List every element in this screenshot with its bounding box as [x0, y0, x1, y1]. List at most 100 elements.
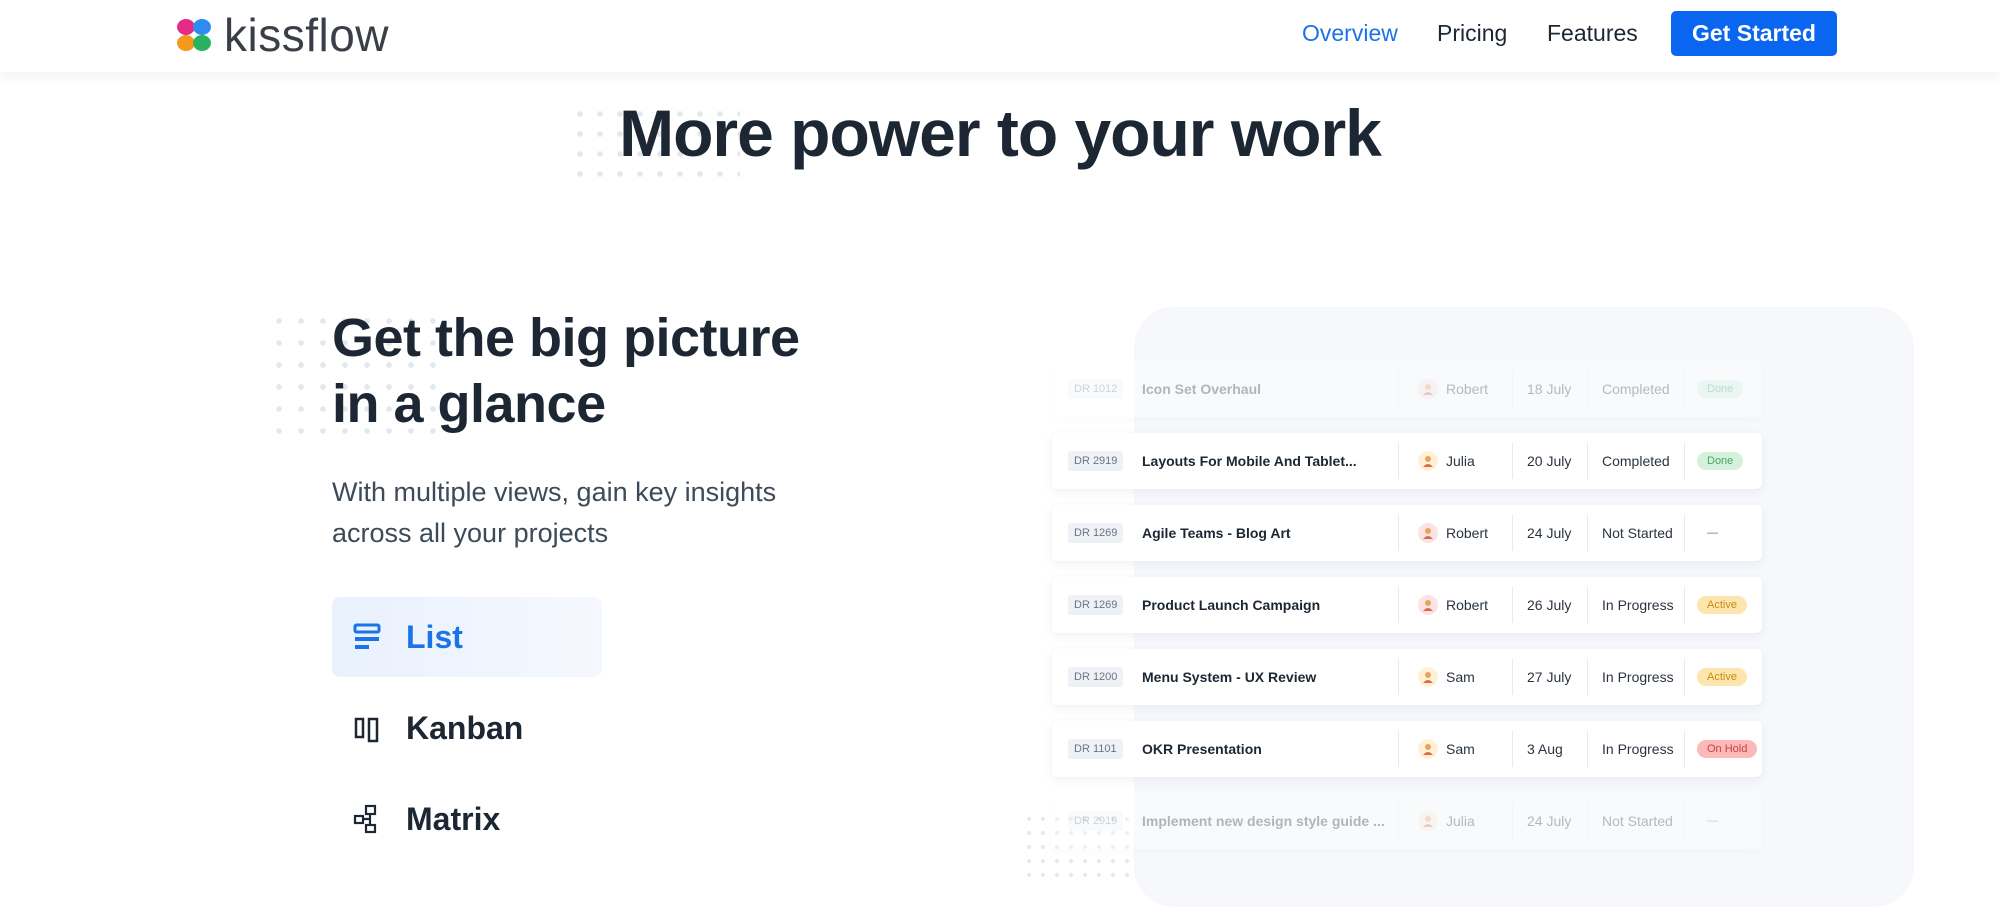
status-badge: — — [1707, 527, 1718, 539]
task-badge-cell: Done — [1697, 433, 1744, 489]
avatar — [1418, 739, 1438, 759]
task-owner-cell: Robert — [1418, 361, 1488, 417]
task-owner-cell: Robert — [1418, 505, 1488, 561]
feature-title-line2: in a glance — [332, 374, 606, 434]
column-divider — [1684, 371, 1685, 407]
task-status: Completed — [1602, 381, 1670, 397]
task-date: 27 July — [1527, 669, 1572, 685]
task-badge-cell: On Hold — [1697, 721, 1758, 777]
task-badge-cell: Active — [1697, 577, 1747, 633]
nav-overview[interactable]: Overview — [1302, 0, 1398, 66]
task-owner: Sam — [1446, 741, 1475, 757]
task-owner-cell: Sam — [1418, 649, 1475, 705]
kanban-icon — [352, 713, 382, 743]
task-status: Not Started — [1602, 525, 1673, 541]
task-owner-cell: Robert — [1418, 577, 1488, 633]
task-badge-cell: Active — [1697, 649, 1747, 705]
nav-overview-link[interactable]: Overview — [1302, 20, 1398, 47]
task-owner-cell: Julia — [1418, 433, 1475, 489]
column-divider — [1512, 659, 1513, 695]
status-badge: — — [1707, 815, 1718, 827]
table-row[interactable]: DR 1012 Icon Set Overhaul Robert 18 July Com… — [1052, 361, 1762, 417]
column-divider — [1587, 443, 1588, 479]
status-badge: Done — [1697, 380, 1744, 398]
column-divider — [1398, 515, 1399, 551]
get-started-button[interactable]: Get Started — [1671, 11, 1837, 56]
task-id: DR 2919 — [1068, 451, 1124, 471]
task-badge-cell: — — [1697, 793, 1728, 849]
table-row[interactable]: DR 1200 Menu System - UX Review Sam 27 July… — [1052, 649, 1762, 705]
task-id-cell: DR 1269 — [1068, 577, 1124, 633]
view-tab-kanban[interactable]: Kanban — [332, 688, 602, 768]
task-owner: Julia — [1446, 453, 1475, 469]
task-owner: Robert — [1446, 381, 1489, 397]
column-divider — [1512, 443, 1513, 479]
column-divider — [1398, 803, 1399, 839]
task-owner: Sam — [1446, 669, 1475, 685]
status-badge: Active — [1697, 668, 1747, 686]
view-tab-label: Kanban — [406, 709, 524, 746]
table-row[interactable]: DR 1269 Product Launch Campaign Robert 26 J… — [1052, 577, 1762, 633]
nav-pricing-link[interactable]: Pricing — [1437, 20, 1507, 47]
view-tab-matrix[interactable]: Matrix — [332, 779, 602, 859]
status-badge: Done — [1697, 452, 1744, 470]
task-title: Menu System - UX Review — [1142, 669, 1317, 685]
column-divider — [1398, 659, 1399, 695]
task-date: 18 July — [1527, 381, 1572, 397]
column-divider — [1587, 731, 1588, 767]
feature-title: Get the big picture in a glance — [332, 305, 852, 437]
nav-features-link[interactable]: Features — [1547, 20, 1638, 47]
list-icon — [352, 622, 382, 652]
view-tab-label: List — [406, 618, 463, 655]
task-title: Implement new design style guide ... — [1142, 813, 1385, 829]
task-id: DR 1012 — [1068, 379, 1124, 399]
nav-pricing[interactable]: Pricing — [1437, 0, 1507, 66]
kissflow-logo[interactable]: kissflow — [174, 10, 389, 60]
task-status: In Progress — [1602, 669, 1674, 685]
column-divider — [1684, 515, 1685, 551]
table-row[interactable]: DR 2919 Layouts For Mobile And Tablet... J… — [1052, 433, 1762, 489]
feature-subtitle-line2: across all your projects — [332, 518, 609, 548]
column-divider — [1512, 371, 1513, 407]
task-status: In Progress — [1602, 741, 1674, 757]
table-row[interactable]: DR 2919 Implement new design style guide … — [1052, 793, 1762, 849]
task-id-cell: DR 2919 — [1068, 793, 1124, 849]
column-divider — [1512, 731, 1513, 767]
avatar — [1418, 811, 1438, 831]
task-date: 3 Aug — [1527, 741, 1563, 757]
feature-subtitle-line1: With multiple views, gain key insights — [332, 477, 777, 507]
column-divider — [1398, 371, 1399, 407]
task-date: 24 July — [1527, 813, 1572, 829]
task-id: DR 1269 — [1068, 523, 1124, 543]
column-divider — [1684, 587, 1685, 623]
table-row[interactable]: DR 1101 OKR Presentation Sam 3 Aug In Progre… — [1052, 721, 1762, 777]
avatar — [1418, 523, 1438, 543]
table-row[interactable]: DR 1269 Agile Teams - Blog Art Robert 24 Ju… — [1052, 505, 1762, 561]
avatar — [1418, 451, 1438, 471]
column-divider — [1684, 443, 1685, 479]
column-divider — [1398, 443, 1399, 479]
task-owner: Robert — [1446, 597, 1489, 613]
status-badge: Active — [1697, 596, 1747, 614]
task-id: DR 1101 — [1068, 739, 1123, 759]
task-date: 26 July — [1527, 597, 1572, 613]
task-id: DR 2919 — [1068, 811, 1124, 831]
task-id-cell: DR 1269 — [1068, 505, 1124, 561]
view-tab-list[interactable]: List — [332, 597, 602, 677]
logo-text: kissflow — [224, 9, 390, 61]
feature-subtitle: With multiple views, gain key insights a… — [332, 472, 852, 554]
task-title: Icon Set Overhaul — [1142, 381, 1262, 397]
site-header: kissflow Overview Pricing Features Get S… — [0, 0, 2000, 72]
feature-title-line1: Get the big picture — [332, 308, 800, 368]
matrix-icon — [352, 804, 382, 834]
column-divider — [1684, 803, 1685, 839]
hero-title: More power to your work — [619, 96, 1382, 170]
task-owner: Julia — [1446, 813, 1475, 829]
nav-features[interactable]: Features — [1547, 0, 1638, 66]
task-badge-cell: Done — [1697, 361, 1744, 417]
task-title: Layouts For Mobile And Tablet... — [1142, 453, 1357, 469]
column-divider — [1587, 659, 1588, 695]
task-title: Product Launch Campaign — [1142, 597, 1321, 613]
task-status: Not Started — [1602, 813, 1673, 829]
task-title: OKR Presentation — [1142, 741, 1262, 757]
